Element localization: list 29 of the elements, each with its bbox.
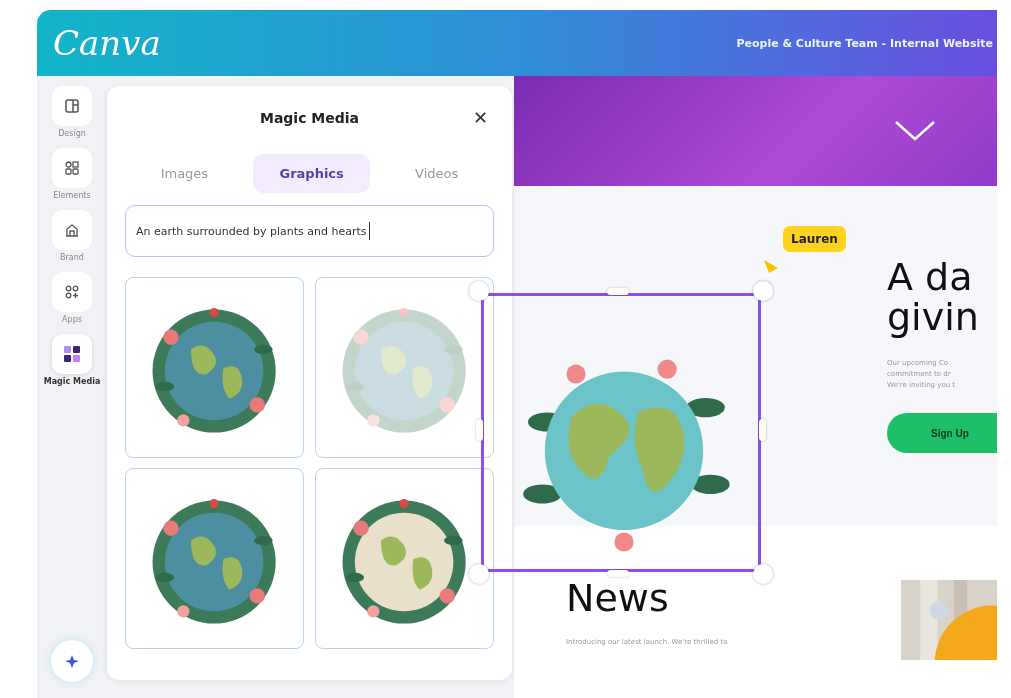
result-tile[interactable] — [315, 277, 494, 458]
magic-button[interactable] — [51, 640, 93, 682]
resize-handle[interactable] — [476, 419, 483, 441]
pointer-icon — [763, 259, 779, 275]
tab[interactable]: Images — [134, 154, 235, 193]
resize-handle[interactable] — [607, 570, 629, 577]
result-tile[interactable] — [125, 277, 304, 458]
result-tile[interactable] — [315, 468, 494, 649]
prompt-field[interactable]: An earth surrounded by plants and hearts — [125, 205, 494, 257]
building-icon — [64, 222, 80, 238]
magic-media-icon — [62, 344, 82, 364]
tab[interactable]: Videos — [389, 154, 485, 193]
shapes-icon — [64, 160, 80, 176]
site-title: People & Culture Team - Internal Website — [736, 36, 993, 50]
chevron-down-icon — [893, 119, 937, 143]
result-tile[interactable] — [125, 468, 304, 649]
hero-heading: A da givin — [887, 258, 980, 338]
sign-up-button[interactable]: Sign Up — [887, 413, 997, 454]
logo[interactable]: Canva — [53, 23, 161, 63]
panel-title: Magic Media — [259, 110, 360, 126]
layout-icon — [64, 98, 80, 114]
close-button[interactable]: ✕ — [467, 106, 494, 130]
apps-icon — [64, 284, 80, 300]
tab[interactable]: Graphics — [253, 154, 370, 193]
resize-handle[interactable] — [607, 288, 629, 295]
collaborator-tag: Lauren — [783, 226, 846, 252]
resize-handle[interactable] — [759, 419, 766, 441]
selection-box[interactable] — [481, 293, 761, 572]
news-heading: News — [566, 578, 669, 620]
